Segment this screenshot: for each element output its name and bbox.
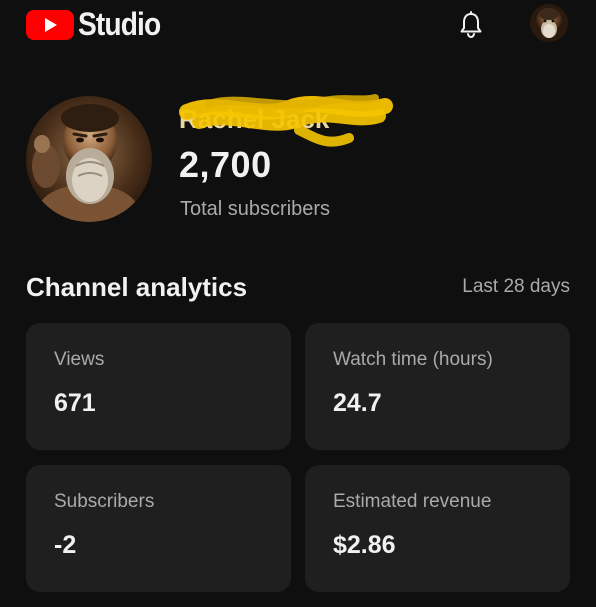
subscribers-label: Subscribers — [54, 491, 155, 512]
subscribers-value: -2 — [54, 531, 77, 559]
subscriber-count: 2,700 — [179, 144, 272, 185]
watch-time-card[interactable]: Watch time (hours) 24.7 — [305, 323, 570, 450]
youtube-play-icon — [26, 10, 74, 40]
date-range-label[interactable]: Last 28 days — [462, 276, 570, 298]
revenue-value: $2.86 — [333, 531, 396, 559]
avatar[interactable] — [530, 4, 568, 42]
channel-avatar[interactable] — [26, 96, 152, 222]
subscriber-label: Total subscribers — [180, 198, 331, 220]
revenue-label: Estimated revenue — [333, 491, 492, 512]
analytics-title: Channel analytics — [26, 272, 248, 302]
watch-time-label: Watch time (hours) — [333, 349, 493, 370]
studio-logo[interactable]: Studio — [26, 8, 172, 40]
app-title: Studio — [78, 6, 161, 42]
views-label: Views — [54, 349, 105, 370]
revenue-card[interactable]: Estimated revenue $2.86 — [305, 465, 570, 592]
top-app-bar: Studio — [0, 0, 596, 52]
channel-name: Rachel Jack — [179, 94, 393, 147]
bell-icon[interactable] — [456, 10, 486, 40]
subscribers-card[interactable]: Subscribers -2 — [26, 465, 291, 592]
watch-time-value: 24.7 — [333, 389, 382, 417]
views-card[interactable]: Views 671 — [26, 323, 291, 450]
views-value: 671 — [54, 389, 96, 417]
